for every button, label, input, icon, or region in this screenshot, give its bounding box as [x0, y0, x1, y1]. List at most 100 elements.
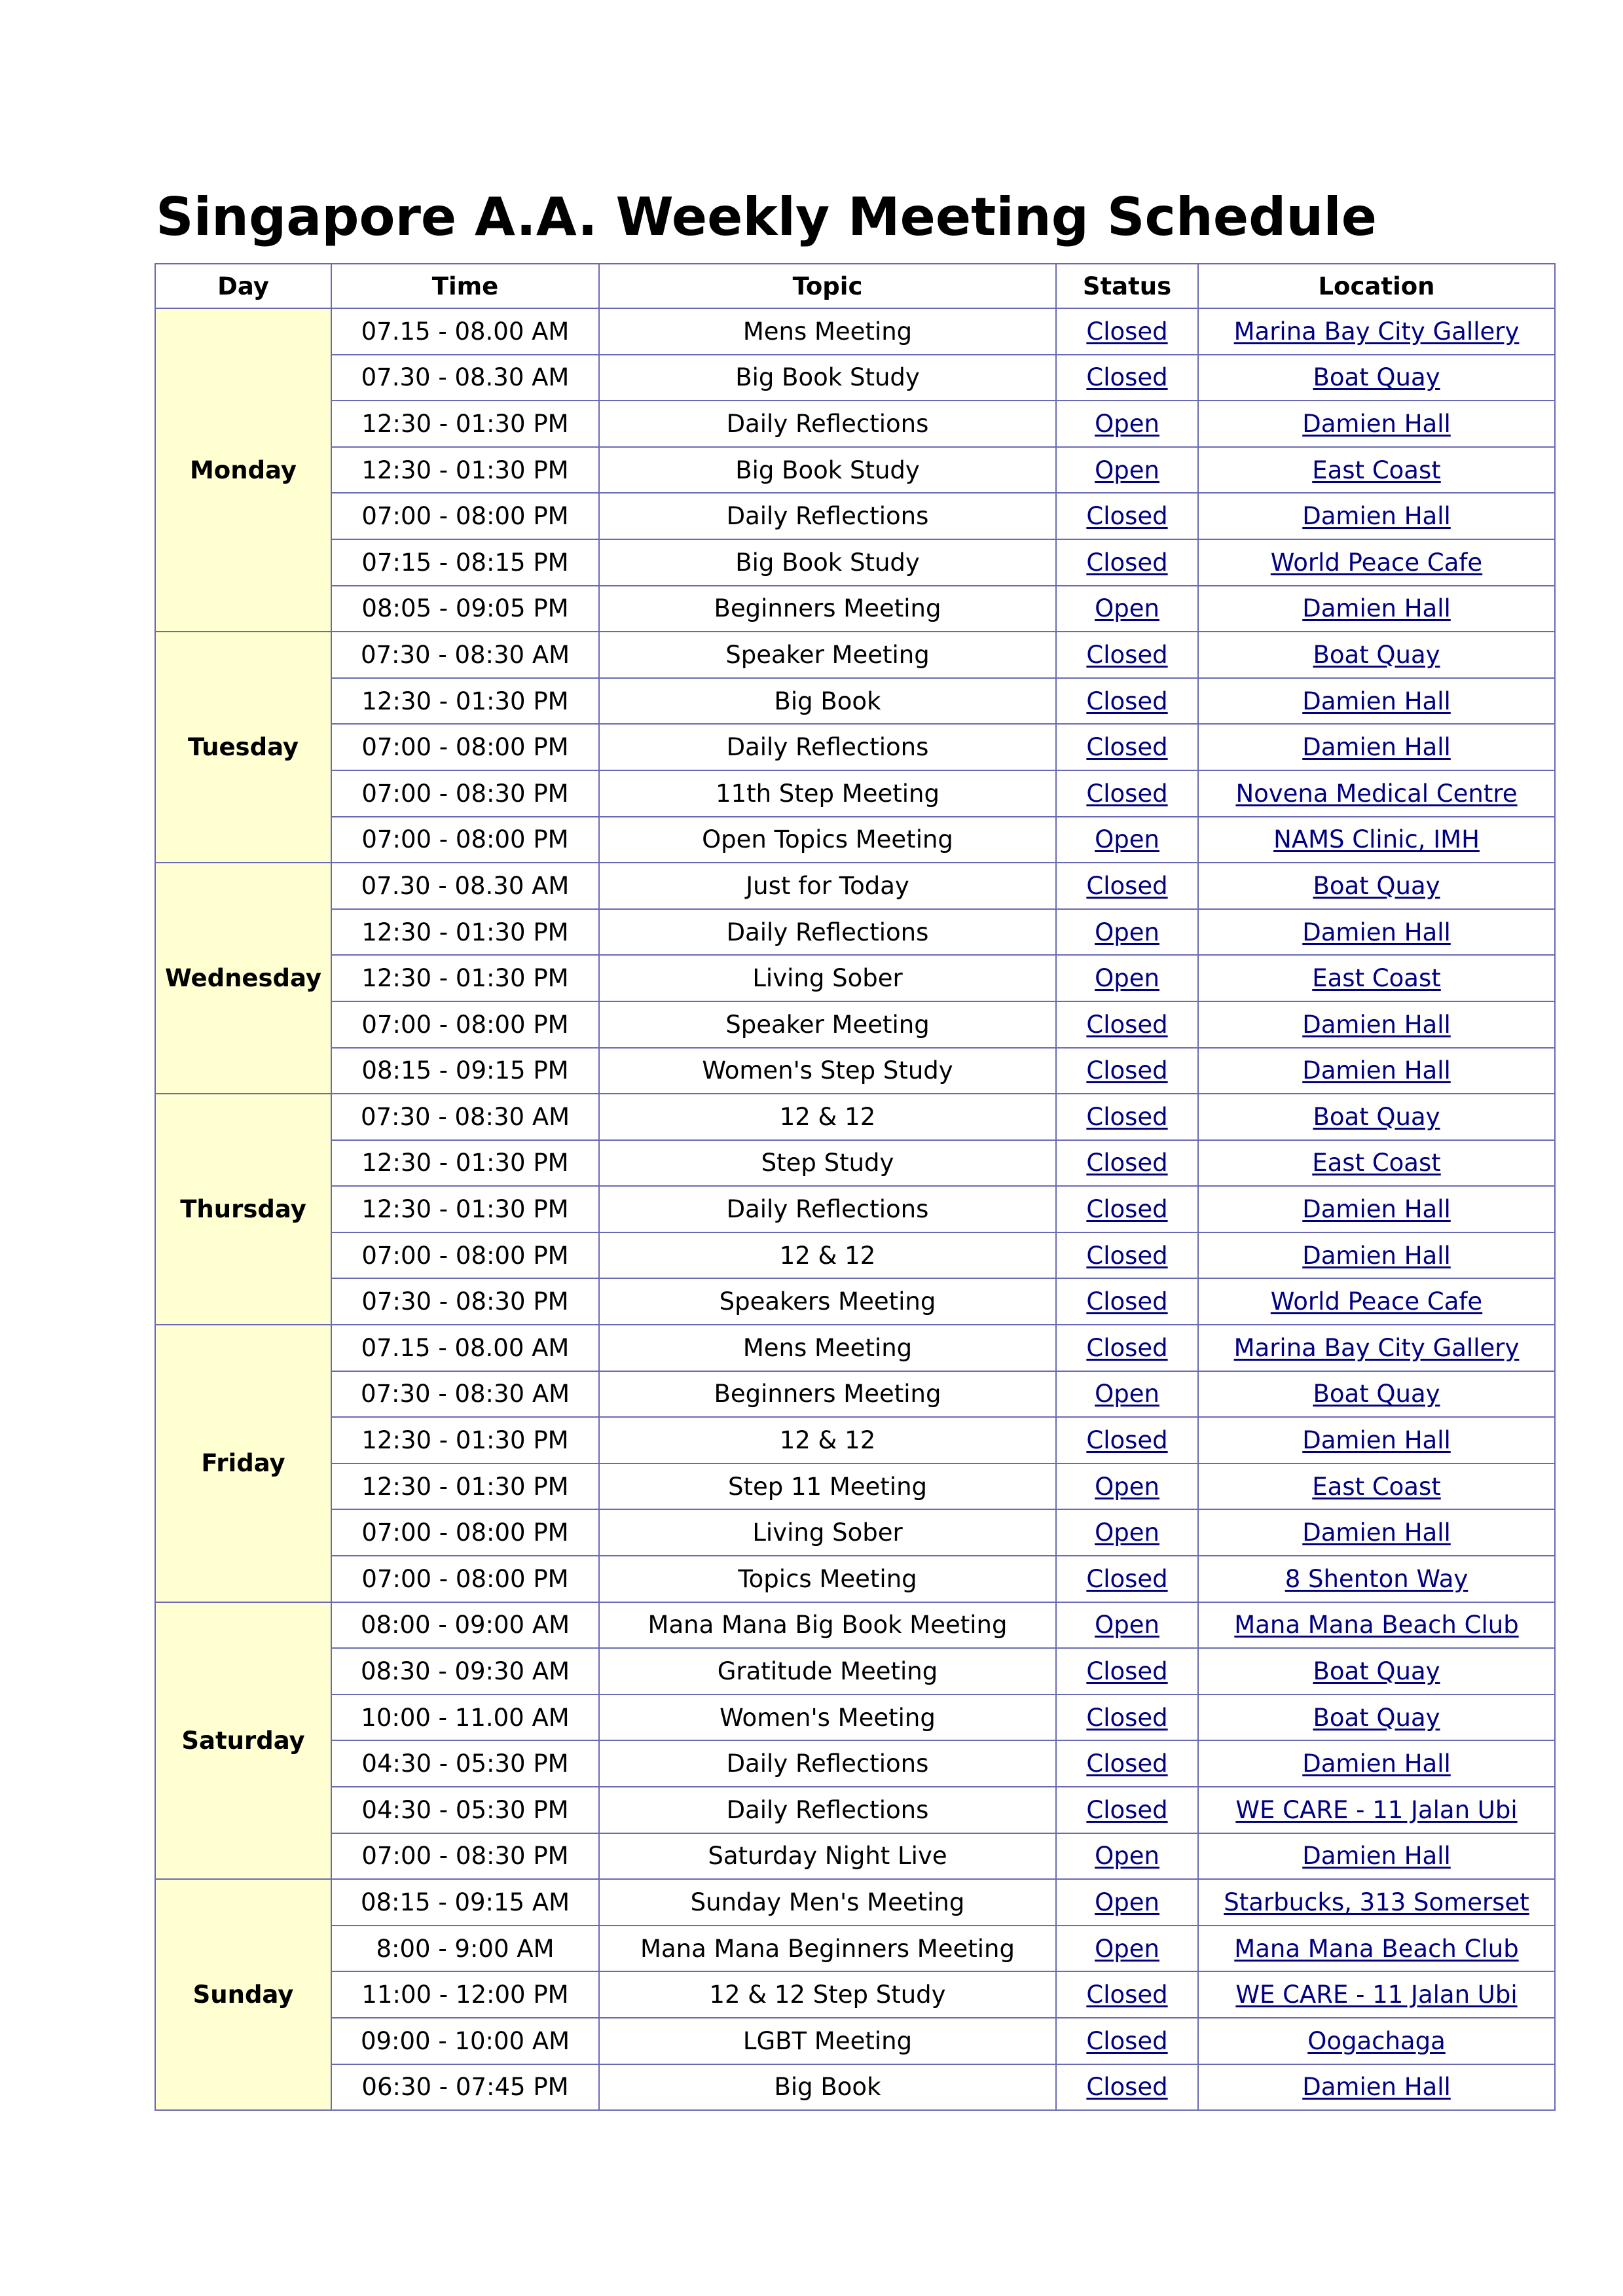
status-link[interactable]: Open	[1095, 918, 1159, 946]
location-link[interactable]: Boat Quay	[1313, 1657, 1440, 1685]
time-cell: 12:30 - 01:30 PM	[331, 1462, 600, 1511]
location-link[interactable]: Damien Hall	[1302, 502, 1451, 530]
time-cell: 07:00 - 08:00 PM	[331, 1000, 600, 1049]
time-cell: 12:30 - 01:30 PM	[331, 446, 600, 494]
location-link[interactable]: Damien Hall	[1302, 733, 1451, 761]
status-cell: Closed	[1055, 1231, 1199, 1280]
location-link[interactable]: Damien Hall	[1302, 1518, 1451, 1547]
location-link[interactable]: Damien Hall	[1302, 1011, 1451, 1039]
status-link[interactable]: Closed	[1086, 1981, 1167, 2009]
location-link[interactable]: Mana Mana Beach Club	[1234, 1611, 1518, 1639]
status-link[interactable]: Open	[1095, 1473, 1159, 1501]
status-link[interactable]: Closed	[1086, 1103, 1167, 1131]
location-link[interactable]: Damien Hall	[1302, 1749, 1451, 1778]
location-link[interactable]: Marina Bay City Gallery	[1234, 1334, 1520, 1362]
status-link[interactable]: Closed	[1086, 641, 1167, 669]
status-link[interactable]: Closed	[1086, 1056, 1167, 1085]
table-row: 12:30 - 01:30 PM Daily Reflections Closed D…	[155, 1185, 1556, 1233]
location-link[interactable]: Mana Mana Beach Club	[1234, 1935, 1518, 1963]
status-link[interactable]: Closed	[1086, 733, 1167, 761]
status-link[interactable]: Open	[1095, 1888, 1159, 1916]
status-link[interactable]: Closed	[1086, 1749, 1167, 1778]
status-cell: Closed	[1055, 492, 1199, 540]
status-link[interactable]: Closed	[1086, 1195, 1167, 1223]
status-cell: Closed	[1055, 1693, 1199, 1742]
location-link[interactable]: 8 Shenton Way	[1285, 1565, 1468, 1593]
status-link[interactable]: Closed	[1086, 502, 1167, 530]
status-cell: Open	[1055, 1462, 1199, 1511]
location-link[interactable]: Damien Hall	[1302, 2073, 1451, 2101]
status-link[interactable]: Closed	[1086, 872, 1167, 900]
time-cell: 12:30 - 01:30 PM	[331, 1139, 600, 1187]
status-link[interactable]: Open	[1095, 594, 1159, 622]
status-link[interactable]: Closed	[1086, 1657, 1167, 1685]
status-link[interactable]: Closed	[1086, 1704, 1167, 1732]
status-link[interactable]: Closed	[1086, 1287, 1167, 1316]
location-link[interactable]: Damien Hall	[1302, 1195, 1451, 1223]
time-cell: 12:30 - 01:30 PM	[331, 908, 600, 956]
time-cell: 8:00 - 9:00 AM	[331, 1924, 600, 1973]
status-link[interactable]: Open	[1095, 410, 1159, 438]
day-cell-wednesday: Wednesday	[155, 862, 332, 1095]
table-row: 06:30 - 07:45 PM Big Book Closed Damien Hal…	[155, 2063, 1556, 2111]
location-link[interactable]: Damien Hall	[1302, 594, 1451, 622]
location-link[interactable]: Damien Hall	[1302, 1426, 1451, 1454]
location-link[interactable]: Boat Quay	[1313, 641, 1440, 669]
status-link[interactable]: Closed	[1086, 548, 1167, 577]
status-link[interactable]: Closed	[1086, 2073, 1167, 2101]
location-link[interactable]: Boat Quay	[1313, 872, 1440, 900]
status-link[interactable]: Closed	[1086, 780, 1167, 808]
status-link[interactable]: Open	[1095, 825, 1159, 853]
location-link[interactable]: East Coast	[1312, 964, 1441, 992]
status-link[interactable]: Open	[1095, 456, 1159, 484]
status-link[interactable]: Closed	[1086, 2027, 1167, 2055]
status-link[interactable]: Closed	[1086, 1334, 1167, 1362]
location-link[interactable]: Damien Hall	[1302, 687, 1451, 715]
location-link[interactable]: WE CARE - 11 Jalan Ubi	[1235, 1796, 1517, 1824]
location-link[interactable]: Marina Bay City Gallery	[1234, 317, 1520, 346]
location-link[interactable]: Boat Quay	[1313, 1380, 1440, 1408]
status-link[interactable]: Closed	[1086, 1565, 1167, 1593]
status-link[interactable]: Closed	[1086, 1242, 1167, 1270]
topic-cell: Speaker Meeting	[598, 631, 1057, 679]
status-link[interactable]: Open	[1095, 964, 1159, 992]
location-link[interactable]: East Coast	[1312, 1149, 1441, 1177]
status-link[interactable]: Closed	[1086, 687, 1167, 715]
location-link[interactable]: Damien Hall	[1302, 1242, 1451, 1270]
location-link[interactable]: Boat Quay	[1313, 363, 1440, 391]
status-link[interactable]: Open	[1095, 1935, 1159, 1963]
topic-cell: Daily Reflections	[598, 1185, 1057, 1233]
location-link[interactable]: WE CARE - 11 Jalan Ubi	[1235, 1981, 1517, 2009]
status-link[interactable]: Closed	[1086, 317, 1167, 346]
location-cell: Damien Hall	[1197, 908, 1556, 956]
status-link[interactable]: Open	[1095, 1380, 1159, 1408]
status-link[interactable]: Closed	[1086, 1426, 1167, 1454]
status-link[interactable]: Open	[1095, 1611, 1159, 1639]
location-link[interactable]: East Coast	[1312, 456, 1441, 484]
location-link[interactable]: Damien Hall	[1302, 1842, 1451, 1870]
time-cell: 12:30 - 01:30 PM	[331, 954, 600, 1002]
status-link[interactable]: Open	[1095, 1518, 1159, 1547]
time-cell: 07:30 - 08:30 PM	[331, 1278, 600, 1326]
status-link[interactable]: Closed	[1086, 363, 1167, 391]
location-link[interactable]: Boat Quay	[1313, 1704, 1440, 1732]
status-link[interactable]: Closed	[1086, 1149, 1167, 1177]
time-cell: 07:00 - 08:00 PM	[331, 1231, 600, 1280]
location-link[interactable]: World Peace Cafe	[1271, 548, 1482, 577]
status-link[interactable]: Open	[1095, 1842, 1159, 1870]
location-link[interactable]: Starbucks, 313 Somerset	[1224, 1888, 1529, 1916]
location-link[interactable]: World Peace Cafe	[1271, 1287, 1482, 1316]
status-link[interactable]: Closed	[1086, 1796, 1167, 1824]
location-link[interactable]: Damien Hall	[1302, 410, 1451, 438]
location-link[interactable]: Damien Hall	[1302, 918, 1451, 946]
status-link[interactable]: Closed	[1086, 1011, 1167, 1039]
location-link[interactable]: Novena Medical Centre	[1235, 780, 1517, 808]
location-link[interactable]: East Coast	[1312, 1473, 1441, 1501]
table-row: Saturday 08:00 - 09:00 AM Mana Mana Big Bo…	[155, 1601, 1556, 1880]
status-cell: Open	[1055, 816, 1199, 864]
location-link[interactable]: Damien Hall	[1302, 1056, 1451, 1085]
location-link[interactable]: Boat Quay	[1313, 1103, 1440, 1131]
location-link[interactable]: Oogachaga	[1307, 2027, 1446, 2055]
location-link[interactable]: NAMS Clinic, IMH	[1273, 825, 1480, 853]
time-cell: 07:30 - 08:30 AM	[331, 1370, 600, 1418]
